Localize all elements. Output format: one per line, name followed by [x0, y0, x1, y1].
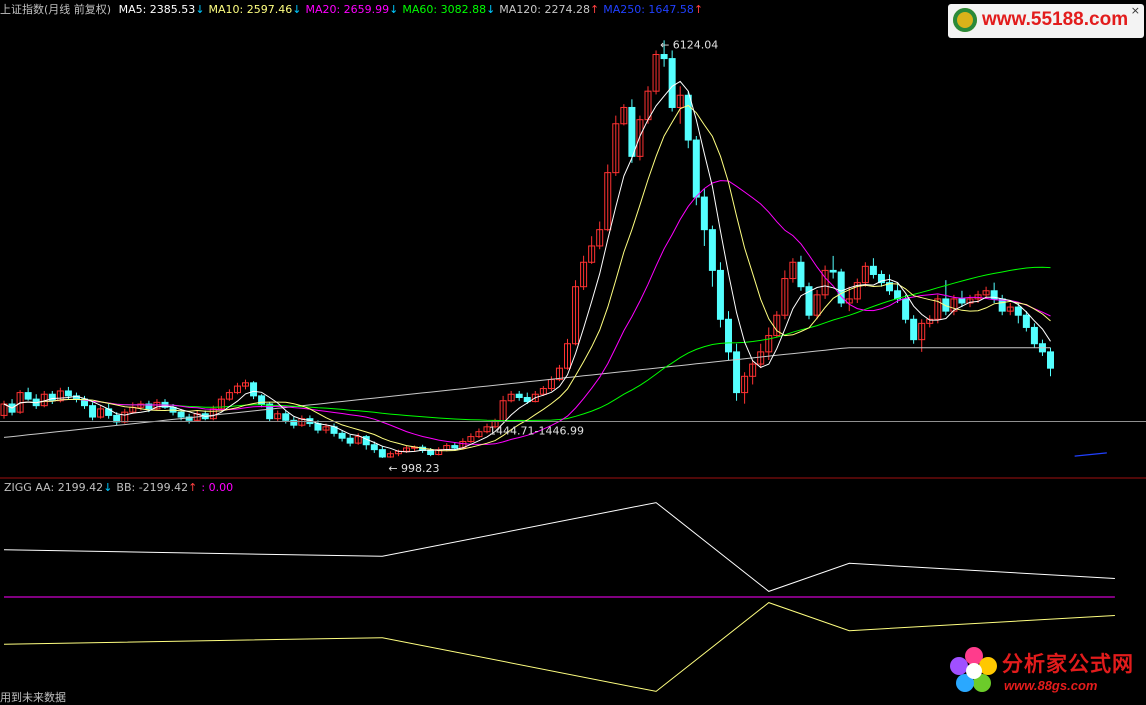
future-data-note: 用到未来数据: [0, 691, 66, 704]
candle-body: [725, 318, 732, 353]
site-logo-88gs: 分析家公式网 www.88gs.com: [946, 640, 1146, 702]
trend-arrow-up-icon: ↑: [590, 3, 600, 16]
indicator-legend-item: : 0.00: [201, 481, 234, 494]
trend-arrow-up-icon: ↑: [188, 481, 198, 494]
candle-body: [660, 54, 668, 60]
ma-legend-item: MA20: 2659.99: [305, 3, 390, 16]
candle-body: [338, 432, 346, 439]
indicator-legend: ZIGG AA: 2199.42↓ BB: -2199.42↑: 0.00: [0, 480, 233, 496]
candle-body: [451, 445, 459, 449]
ma20-line: [3, 180, 1051, 445]
candle-body: [869, 265, 877, 275]
candle-body: [250, 382, 258, 397]
peak-label: ← 6124.04: [660, 38, 718, 51]
candle-body: [378, 449, 386, 458]
candle-body: [733, 351, 741, 394]
candle-body: [902, 298, 910, 320]
trend-arrow-down-icon: ↓: [195, 3, 205, 16]
ma-legend-item: MA5: 2385.53: [118, 3, 196, 16]
trend-arrow-up-icon: ↑: [693, 3, 704, 16]
candle-body: [1014, 306, 1022, 316]
candle-body: [998, 298, 1006, 312]
level-label: 1444.71-1446.99: [489, 424, 584, 437]
low-label: ← 998.23: [388, 462, 439, 475]
ma-legend-item: MA120: 2274.28: [499, 3, 590, 16]
logo-circle-icon: [953, 8, 977, 32]
candle-body: [523, 396, 531, 403]
candle-body: [692, 139, 700, 198]
indicator-legend-item: BB: -2199.42: [116, 481, 189, 494]
indicator-legend-item: ZIGG AA: 2199.42: [4, 481, 104, 494]
logo-text: www.55188.com: [982, 9, 1129, 30]
candle-body: [24, 392, 32, 400]
trend-arrow-down-icon: ↓: [486, 3, 496, 16]
candle-body: [89, 405, 97, 418]
candle-body: [1030, 326, 1038, 345]
trend-arrow-down-icon: ↓: [292, 3, 302, 16]
candle-body: [958, 298, 966, 304]
ma-legend-item: MA250: 1647.58: [603, 3, 694, 16]
ma250-line: [1074, 452, 1107, 457]
trend-arrow-down-icon: ↓: [389, 3, 399, 16]
chart-title: 上证指数(月线 前复权): [0, 3, 112, 16]
candle-body: [515, 393, 523, 398]
candle-body: [668, 58, 676, 108]
candle-body: [910, 318, 918, 341]
moving-average-lines: [3, 80, 1107, 457]
candle-body: [346, 437, 354, 444]
candle-body: [282, 413, 290, 421]
close-icon[interactable]: ×: [1131, 4, 1140, 17]
logo-url: www.88gs.com: [1004, 678, 1098, 693]
candle-body: [700, 196, 708, 231]
candle-body: [370, 444, 378, 451]
candle-body: [314, 423, 322, 431]
candle-body: [177, 411, 185, 418]
logo-title: 分析家公式网: [1002, 652, 1134, 676]
candle-body: [708, 229, 716, 271]
flower-icon: [950, 647, 997, 692]
candle-body: [628, 106, 636, 157]
candle-body: [427, 449, 435, 456]
main-legend: 上证指数(月线 前复权) MA5: 2385.53↓ MA10: 2597.46↓…: [0, 2, 703, 18]
candle-body: [48, 393, 56, 402]
site-logo-55188[interactable]: www.55188.com ×: [948, 4, 1144, 38]
candle-body: [1047, 351, 1054, 369]
candle-body: [684, 94, 692, 141]
candle-body: [64, 390, 72, 397]
ma-legend-item: MA10: 2597.46: [208, 3, 293, 16]
candle-body: [829, 269, 837, 273]
candle-body: [797, 261, 805, 288]
ma-legend-item: MA60: 3082.88: [402, 3, 487, 16]
series-aa-line: [3, 502, 1115, 592]
candle-body: [716, 269, 724, 320]
stock-chart: ← 6124.04 ← 998.23 1444.71-1446.99: [0, 38, 1146, 692]
candle-body: [1022, 314, 1030, 328]
candlestick-series: [0, 40, 1054, 458]
trend-arrow-down-icon: ↓: [103, 481, 113, 494]
